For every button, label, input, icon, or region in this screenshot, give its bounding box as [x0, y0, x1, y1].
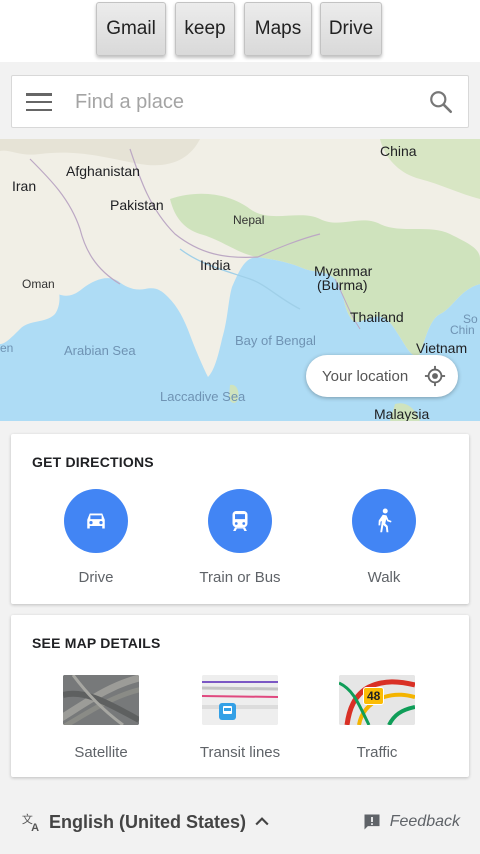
hamburger-menu-icon[interactable]: [26, 93, 52, 112]
language-label: English (United States): [49, 811, 247, 832]
feedback-icon: [364, 814, 380, 830]
drive-option[interactable]: Drive: [26, 489, 166, 586]
map-label-afghanistan: Afghanistan: [66, 163, 140, 179]
app-switcher-bar: Gmail keep Maps Drive: [0, 0, 480, 62]
map-label-malaysia: Malaysia: [374, 406, 430, 421]
train-or-bus-label: Train or Bus: [199, 569, 281, 586]
my-location-icon: [424, 365, 446, 387]
feedback-label: Feedback: [389, 813, 460, 830]
satellite-thumbnail-icon: [63, 675, 139, 725]
drive-button[interactable]: Drive: [320, 2, 382, 56]
map-label-china: China: [380, 143, 417, 159]
map-label-bay-of-bengal: Bay of Bengal: [235, 333, 316, 348]
walk-label: Walk: [367, 569, 401, 586]
get-directions-card: GET DIRECTIONS Drive Train or Bus Walk: [11, 434, 469, 604]
language-selector[interactable]: 文 A English (United States): [21, 811, 272, 833]
transit-lines-label: Transit lines: [199, 744, 281, 761]
svg-text:A: A: [31, 822, 39, 833]
transit-thumbnail-icon: [202, 675, 278, 725]
map-label-arabian-sea: Arabian Sea: [64, 343, 136, 358]
traffic-option[interactable]: 48 Traffic: [307, 675, 447, 761]
map-label-iran: Iran: [12, 178, 37, 194]
map-view[interactable]: China Afghanistan Iran Pakistan Nepal In…: [0, 139, 480, 421]
train-icon: [208, 489, 272, 553]
map-label-laccadive-sea: Laccadive Sea: [160, 389, 246, 404]
map-label-pakistan: Pakistan: [110, 197, 164, 213]
map-details-title: SEE MAP DETAILS: [32, 635, 161, 651]
traffic-thumbnail-icon: 48: [339, 675, 415, 725]
map-label-thailand: Thailand: [350, 309, 404, 325]
keep-button[interactable]: keep: [175, 2, 235, 56]
train-or-bus-option[interactable]: Train or Bus: [170, 489, 310, 586]
your-location-button[interactable]: Your location: [306, 355, 458, 397]
chevron-up-icon: [255, 817, 269, 826]
map-label-india: India: [200, 257, 231, 273]
map-label-south-china-sea-2: Chin: [450, 323, 475, 337]
satellite-label: Satellite: [74, 744, 128, 761]
gmail-button[interactable]: Gmail: [96, 2, 166, 56]
get-directions-title: GET DIRECTIONS: [32, 454, 154, 470]
car-icon: [64, 489, 128, 553]
map-label-nepal: Nepal: [233, 213, 265, 227]
translate-icon: 文 A: [22, 812, 39, 833]
map-label-en: en: [0, 341, 14, 355]
search-input[interactable]: [75, 86, 415, 118]
search-bar: [11, 75, 469, 128]
drive-label: Drive: [78, 569, 114, 586]
traffic-label: Traffic: [356, 744, 398, 761]
search-icon[interactable]: [428, 89, 454, 115]
traffic-route-badge: 48: [363, 687, 385, 705]
maps-button[interactable]: Maps: [244, 2, 312, 56]
footer: 文 A English (United States) Feedback: [0, 800, 480, 844]
your-location-label: Your location: [322, 368, 409, 385]
map-label-burma: (Burma): [317, 277, 368, 293]
map-label-vietnam: Vietnam: [416, 340, 468, 356]
map-details-card: SEE MAP DETAILS Satellite Transit lines …: [11, 615, 469, 777]
transit-lines-option[interactable]: Transit lines: [170, 675, 310, 761]
satellite-option[interactable]: Satellite: [31, 675, 171, 761]
map-label-oman: Oman: [22, 277, 55, 291]
walk-option[interactable]: Walk: [314, 489, 454, 586]
map-label-myanmar: Myanmar: [314, 263, 373, 279]
feedback-link[interactable]: Feedback: [362, 812, 460, 832]
walk-icon: [352, 489, 416, 553]
